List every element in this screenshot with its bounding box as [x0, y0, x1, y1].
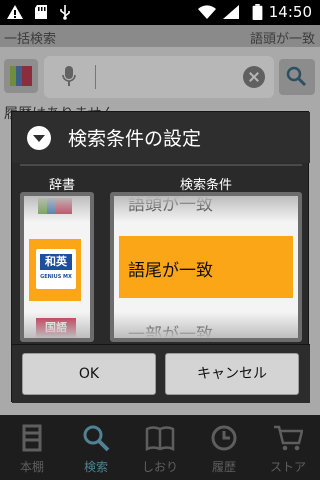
- cancel-button[interactable]: キャンセル: [165, 353, 299, 395]
- waei-label: 和英: [40, 254, 72, 270]
- bookmark-icon: [145, 426, 175, 452]
- warning-icon: [7, 5, 23, 19]
- signal-icon: [223, 5, 239, 19]
- battery-icon: [252, 4, 263, 20]
- cart-icon: [274, 425, 303, 451]
- dialog-title: 検索条件の設定: [68, 128, 202, 150]
- condition-wheel[interactable]: 語頭が一致 語尾が一致 一部が一致: [114, 196, 298, 338]
- nav-label-search: 検索: [83, 460, 108, 474]
- search-icon: [83, 425, 110, 452]
- kokugo-dictionary-icon[interactable]: 国語: [36, 318, 76, 338]
- books-icon: [10, 66, 32, 86]
- condition-option-selected[interactable]: 語尾が一致: [128, 256, 298, 281]
- dictionary-column-header: 辞書: [49, 178, 76, 193]
- ok-button[interactable]: OK: [22, 353, 156, 395]
- condition-picker[interactable]: 語頭が一致 語尾が一致 一部が一致: [110, 192, 302, 342]
- dictionary-picker[interactable]: 和英 GENIUS MX 国語: [20, 192, 94, 342]
- microphone-icon[interactable]: [62, 66, 76, 88]
- dictionary-wheel[interactable]: 和英 GENIUS MX 国語: [24, 196, 90, 338]
- waei-dictionary-icon[interactable]: 和英 GENIUS MX: [36, 249, 76, 289]
- nav-search[interactable]: 検索: [64, 415, 128, 480]
- nav-store[interactable]: ストア: [256, 415, 320, 480]
- search-scope-label[interactable]: 一括検索: [4, 28, 56, 47]
- search-scope-row: 一括検索 語頭が一致: [0, 25, 320, 47]
- nav-label-bookmark: しおり: [141, 460, 178, 474]
- status-bar: 14:50: [0, 0, 320, 25]
- dialog-footer: OK キャンセル: [12, 344, 310, 403]
- dictionary-select-button[interactable]: [4, 59, 38, 93]
- bottom-nav: 本棚 検索 しおり 履歴 ストア: [0, 415, 320, 480]
- condition-option[interactable]: 語頭が一致: [128, 196, 298, 215]
- search-condition-label[interactable]: 語頭が一致: [250, 28, 315, 47]
- condition-column-header: 検索条件: [180, 178, 233, 193]
- nav-bookshelf[interactable]: 本棚: [0, 415, 64, 480]
- sd-card-icon: [35, 5, 47, 19]
- magnifier-icon: [286, 66, 307, 87]
- nav-label-bookshelf: 本棚: [19, 460, 44, 474]
- text-cursor: [95, 65, 96, 89]
- nav-history[interactable]: 履歴: [192, 415, 256, 480]
- condition-option[interactable]: 一部が一致: [128, 320, 298, 338]
- dialog-header: 検索条件の設定: [12, 112, 310, 163]
- bookshelf-icon: [22, 424, 42, 452]
- books-icon[interactable]: [36, 198, 74, 216]
- search-input[interactable]: [44, 56, 274, 98]
- waei-sub-label: GENIUS MX: [40, 274, 72, 280]
- history-icon: [211, 425, 237, 451]
- divider: [20, 164, 302, 166]
- nav-bookmark[interactable]: しおり: [128, 415, 192, 480]
- search-button[interactable]: [279, 59, 315, 95]
- nav-label-store: ストア: [269, 460, 306, 474]
- nav-label-history: 履歴: [211, 460, 236, 474]
- clock: 14:50: [268, 3, 312, 21]
- wifi-icon: [198, 5, 216, 19]
- chevron-down-circle-icon: [27, 126, 51, 150]
- usb-icon: [60, 5, 70, 20]
- clear-icon[interactable]: [243, 66, 265, 88]
- search-condition-dialog: 検索条件の設定 辞書 検索条件 和英 GENIUS MX 国語 語頭が一致 語尾…: [11, 111, 310, 403]
